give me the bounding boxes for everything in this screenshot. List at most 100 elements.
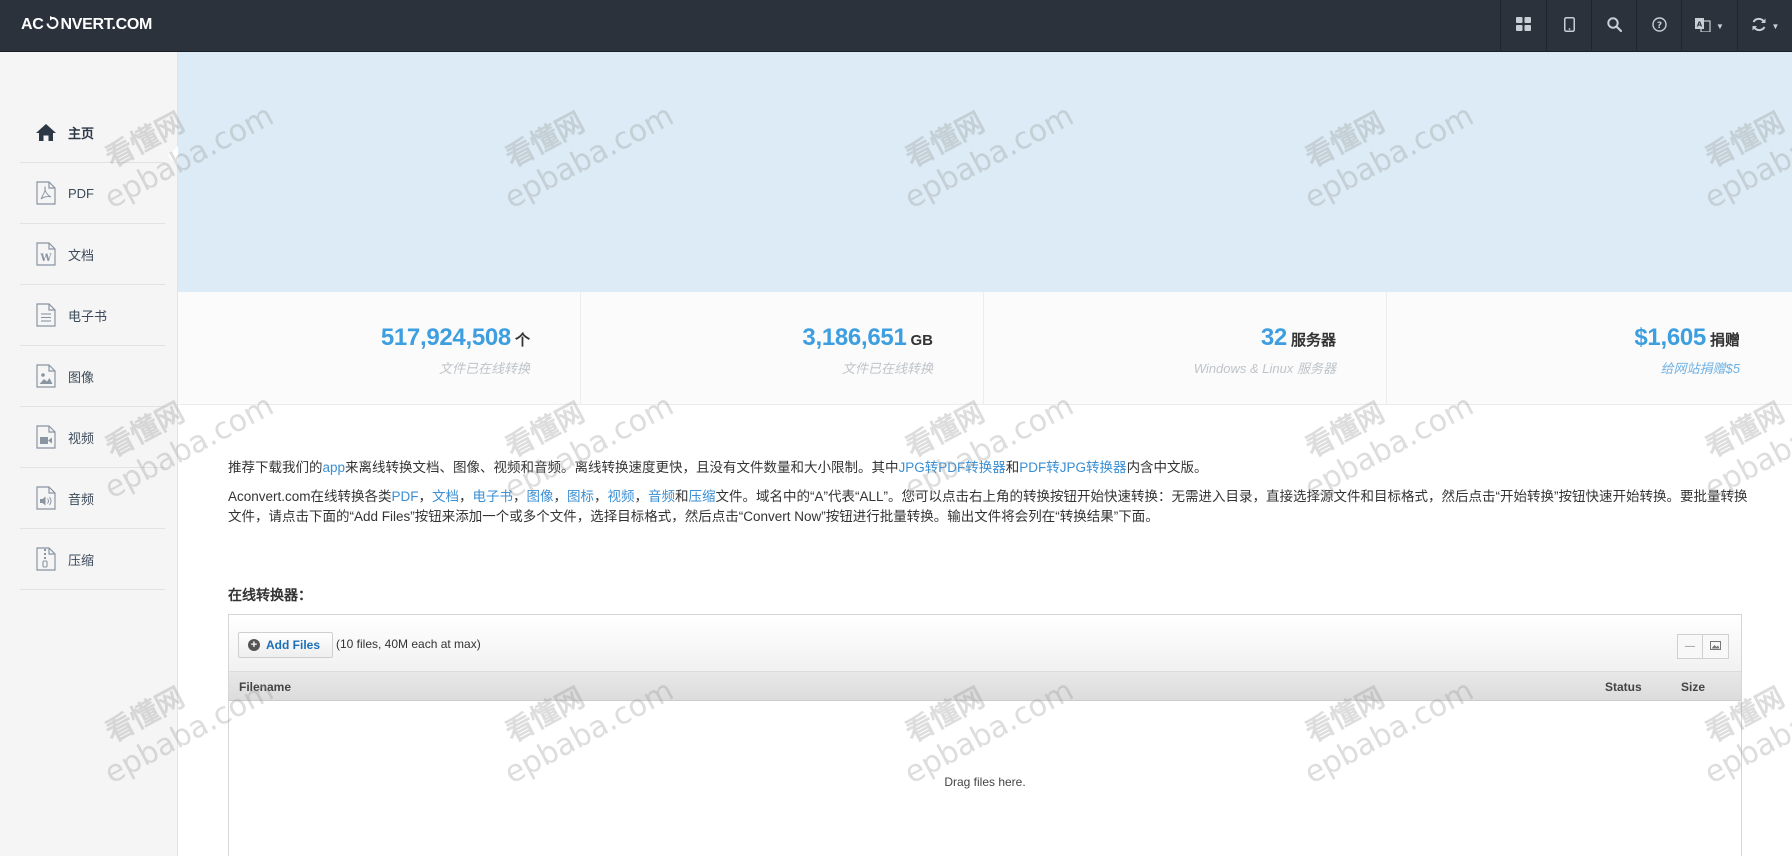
sidebar-item-label: 音频: [68, 491, 95, 507]
pdf-link[interactable]: PDF: [392, 489, 419, 504]
sidebar-item-label: 主页: [68, 125, 95, 141]
stat-unit: 个: [514, 332, 530, 349]
nav-language-button[interactable]: A ▼: [1681, 0, 1737, 52]
sidebar-item-audio[interactable]: 音频: [20, 468, 165, 529]
pdf-file-icon: [33, 181, 59, 205]
column-filename: Filename: [239, 680, 292, 694]
refresh-icon: [1751, 17, 1767, 36]
intro-text-segment: 和: [675, 489, 689, 504]
stat-unit: GB: [910, 332, 934, 349]
sidebar-item-archive[interactable]: 压缩: [20, 529, 165, 590]
word-file-icon: W: [33, 242, 59, 266]
column-size: Size: [1681, 680, 1706, 694]
intro-text-segment: 内含中文版。: [1126, 460, 1208, 475]
intro-text-segment: 和: [1005, 460, 1020, 475]
stat-caption: 文件已在线转换: [841, 361, 933, 376]
sidebar-item-ebook[interactable]: 电子书: [20, 285, 165, 346]
svg-text:A: A: [1697, 20, 1703, 28]
intro-text-segment: 推荐下载我们的: [228, 460, 323, 475]
sidebar-item-label: 视频: [68, 430, 95, 446]
ebook-file-icon: [33, 303, 59, 327]
add-files-button[interactable]: + Add Files: [238, 632, 334, 658]
nav-grid-button[interactable]: [1500, 0, 1546, 52]
add-files-label: Add Files: [266, 638, 321, 652]
intro-separator: ，: [459, 489, 473, 504]
icon-link[interactable]: 图标: [567, 489, 594, 504]
category-sidebar: 主页 PDF W 文档 电子书 图像 视频 音频 压缩: [0, 52, 179, 856]
sidebar-item-label: 文档: [68, 247, 95, 263]
logo-text-left: AC: [21, 16, 44, 33]
column-status: Status: [1605, 680, 1642, 694]
stat-servers: 32 服务器 Windows & Linux 服务器: [984, 292, 1387, 405]
stat-files-converted: 517,924,508 个 文件已在线转换: [178, 292, 581, 405]
grid-icon: [1516, 17, 1531, 35]
logo-text-right: NVERT.COM: [60, 16, 153, 33]
pdf-to-jpg-link[interactable]: PDF转JPG转换器: [1019, 460, 1126, 475]
document-link[interactable]: 文档: [432, 489, 459, 504]
file-uploader[interactable]: + Add Files (10 files, 40M each at max) …: [228, 614, 1742, 856]
jpg-to-pdf-link[interactable]: JPG转PDF转换器: [899, 460, 1006, 475]
intro-text: 推荐下载我们的app来离线转换文档、图像、视频和音频。离线转换速度更快，且没有文…: [228, 458, 1748, 536]
ebook-link[interactable]: 电子书: [473, 489, 514, 504]
stat-number: 517,924,508: [380, 324, 511, 351]
svg-text:W: W: [39, 253, 52, 264]
sidebar-item-document[interactable]: W 文档: [20, 224, 165, 285]
stat-unit: 捐赠: [1709, 332, 1740, 349]
audio-link[interactable]: 音频: [648, 489, 675, 504]
minus-icon: —: [1685, 641, 1695, 652]
intro-separator: ，: [594, 489, 608, 504]
file-limit-note: (10 files, 40M each at max): [336, 637, 481, 651]
intro-separator: ，: [634, 489, 649, 504]
intro-separator: ，: [553, 489, 568, 504]
stat-unit: 服务器: [1290, 332, 1336, 349]
intro-text-segment: Aconvert.com在线转换各类: [228, 489, 392, 504]
chevron-down-icon: ▼: [1716, 21, 1724, 31]
svg-text:?: ?: [1656, 21, 1661, 31]
converter-title: 在线转换器：: [228, 587, 312, 603]
stat-data-converted: 3,186,651 GB 文件已在线转换: [581, 292, 984, 405]
file-table-header: Filename Status Size: [229, 672, 1741, 701]
stats-bar: 517,924,508 个 文件已在线转换 3,186,651 GB 文件已在线转换…: [178, 292, 1792, 405]
image-link[interactable]: 图像: [527, 489, 554, 504]
drop-zone-hint: Drag files here.: [944, 775, 1026, 789]
image-file-icon: [33, 364, 59, 388]
sidebar-item-image[interactable]: 图像: [20, 346, 165, 407]
sidebar-item-label: 电子书: [68, 308, 108, 324]
search-icon: [1606, 16, 1622, 36]
intro-separator: ，: [418, 489, 433, 504]
language-icon: A: [1695, 17, 1711, 36]
stat-number: $1,605: [1634, 324, 1706, 351]
nav-search-button[interactable]: [1591, 0, 1636, 52]
stat-number: 3,186,651: [802, 324, 907, 351]
stat-caption: 文件已在线转换: [438, 361, 530, 376]
nav-help-button[interactable]: ?: [1636, 0, 1681, 52]
sidebar-item-pdf[interactable]: PDF: [20, 163, 165, 224]
nav-convert-button[interactable]: ▼: [1737, 0, 1792, 52]
home-icon: [33, 120, 59, 144]
stat-donations: $1,605 捐赠 给网站捐赠$5: [1387, 292, 1790, 405]
tablet-icon: [1563, 16, 1575, 36]
donate-link[interactable]: 给网站捐赠$5: [1661, 358, 1740, 377]
archive-file-icon: [33, 547, 59, 571]
sidebar-item-label: PDF: [68, 185, 94, 201]
help-icon: ?: [1651, 16, 1667, 36]
app-link[interactable]: app: [323, 460, 346, 475]
stat-caption: Windows & Linux 服务器: [1193, 361, 1336, 376]
ad-banner: [178, 52, 1792, 292]
stat-number: 32: [1260, 324, 1287, 351]
video-link[interactable]: 视频: [608, 489, 635, 504]
list-view-button[interactable]: —: [1677, 634, 1703, 659]
sidebar-item-video[interactable]: 视频: [20, 407, 165, 468]
thumbnail-view-button[interactable]: [1703, 634, 1729, 659]
nav-mobile-button[interactable]: [1546, 0, 1591, 52]
top-navbar: AC NVERT.COM ? A ▼ ▼: [0, 0, 1792, 52]
video-file-icon: [33, 425, 59, 449]
intro-paragraph-usage: Aconvert.com在线转换各类PDF，文档，电子书，图像，图标，视频，音频…: [228, 487, 1748, 527]
intro-paragraph-app: 推荐下载我们的app来离线转换文档、图像、视频和音频。离线转换速度更快，且没有文…: [228, 458, 1748, 478]
sidebar-item-label: 压缩: [68, 552, 95, 568]
sidebar-item-home[interactable]: 主页: [20, 102, 165, 163]
site-logo[interactable]: AC NVERT.COM: [21, 16, 152, 34]
audio-file-icon: [33, 486, 59, 510]
sidebar-item-label: 图像: [68, 369, 95, 385]
archive-link[interactable]: 压缩: [689, 489, 716, 504]
